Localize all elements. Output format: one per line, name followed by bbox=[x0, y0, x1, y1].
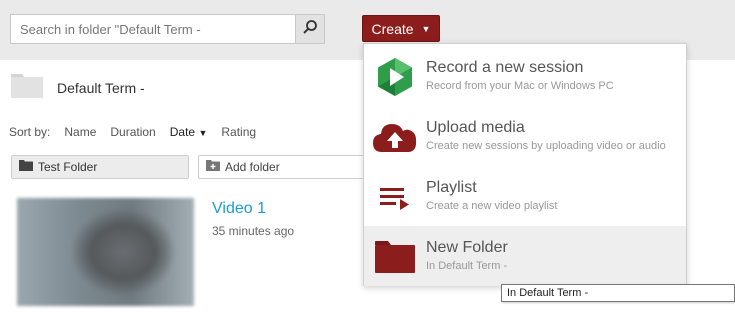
video-timestamp: 35 minutes ago bbox=[212, 224, 295, 238]
sort-bar: Sort by: Name Duration Date ▼ Rating bbox=[9, 125, 256, 139]
tooltip: In Default Term - bbox=[501, 284, 735, 302]
folder-icon bbox=[372, 236, 418, 278]
create-label: Create bbox=[371, 20, 414, 37]
add-folder-button[interactable]: Add folder bbox=[198, 155, 368, 179]
sort-option-date-label: Date bbox=[169, 125, 196, 139]
add-folder-label: Add folder bbox=[225, 160, 280, 174]
menu-item-new-folder[interactable]: New Folder In Default Term - bbox=[364, 226, 686, 286]
sort-option-duration[interactable]: Duration bbox=[110, 125, 155, 139]
menu-item-upload[interactable]: Upload media Create new sessions by uplo… bbox=[364, 106, 686, 166]
folder-icon bbox=[19, 160, 33, 174]
panopto-record-icon bbox=[372, 56, 418, 98]
menu-item-title: New Folder bbox=[426, 239, 508, 256]
sort-direction-icon: ▼ bbox=[198, 128, 208, 138]
menu-item-subtitle: Create new sessions by uploading video o… bbox=[426, 140, 666, 152]
sort-option-date[interactable]: Date ▼ bbox=[170, 125, 208, 139]
sort-option-name[interactable]: Name bbox=[64, 125, 96, 139]
sort-option-rating[interactable]: Rating bbox=[221, 125, 256, 139]
menu-item-subtitle: Record from your Mac or Windows PC bbox=[426, 80, 614, 92]
folder-title: Default Term - bbox=[57, 80, 145, 96]
subfolder-test-folder[interactable]: Test Folder bbox=[11, 155, 189, 179]
menu-item-title: Record a new session bbox=[426, 59, 584, 76]
menu-item-title: Playlist bbox=[426, 179, 477, 196]
chevron-down-icon: ▼ bbox=[421, 23, 431, 34]
subfolder-label: Test Folder bbox=[38, 160, 98, 174]
search-button[interactable] bbox=[295, 14, 325, 44]
search-icon bbox=[302, 19, 318, 40]
create-button[interactable]: Create ▼ bbox=[362, 15, 440, 42]
playlist-icon bbox=[372, 176, 418, 218]
folder-icon bbox=[11, 74, 43, 103]
sort-label: Sort by: bbox=[9, 125, 51, 139]
create-dropdown-menu: Record a new session Record from your Ma… bbox=[363, 43, 687, 286]
menu-item-playlist[interactable]: Playlist Create a new video playlist bbox=[364, 166, 686, 226]
video-title-link[interactable]: Video 1 bbox=[212, 200, 266, 218]
menu-item-title: Upload media bbox=[426, 119, 525, 136]
video-thumbnail[interactable] bbox=[17, 198, 194, 306]
menu-item-subtitle: In Default Term - bbox=[426, 260, 508, 272]
add-folder-icon bbox=[206, 160, 220, 174]
menu-item-record[interactable]: Record a new session Record from your Ma… bbox=[364, 46, 686, 106]
search-input[interactable]: Search in folder "Default Term - bbox=[10, 14, 296, 44]
menu-item-subtitle: Create a new video playlist bbox=[426, 200, 558, 212]
cloud-upload-icon bbox=[372, 116, 418, 158]
